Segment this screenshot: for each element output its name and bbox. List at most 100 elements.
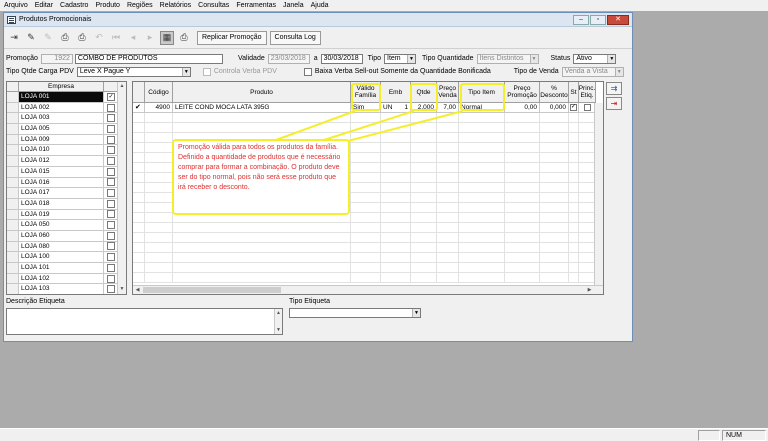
grid-view-icon[interactable]: ▦ (160, 30, 174, 45)
princ-etiq-column-header[interactable]: Princ. Etiq. (579, 82, 596, 102)
menu-produto[interactable]: Produto (95, 2, 120, 9)
printer-icon[interactable]: ⎙ (58, 31, 72, 45)
window-titlebar[interactable]: Produtos Promocionais – ▫ ✕ (4, 13, 632, 27)
edit-disabled-icon[interactable]: ✎ (41, 31, 55, 45)
produto-column-header[interactable]: Produto (173, 82, 351, 102)
empresa-checkbox[interactable]: ✓ (107, 92, 115, 101)
empresa-name[interactable]: LOJA 016 (19, 177, 104, 188)
empresa-checkbox[interactable] (107, 231, 115, 240)
empresa-check-cell[interactable] (104, 263, 118, 273)
scroll-down-icon[interactable]: ▼ (118, 285, 126, 294)
desconto-column-header[interactable]: % Desconto (540, 82, 569, 102)
undo-icon[interactable]: ↶ (92, 31, 106, 45)
list-item[interactable]: LOJA 100 (7, 252, 119, 263)
empresa-checkbox[interactable] (107, 114, 115, 123)
scroll-up-icon[interactable]: ▲ (275, 309, 282, 317)
baixa-verba-checkbox[interactable] (303, 67, 312, 76)
empresa-check-cell[interactable] (104, 135, 118, 145)
empresa-name[interactable]: LOJA 018 (19, 198, 104, 209)
list-item[interactable]: LOJA 103 (7, 284, 119, 294)
tipo-etiqueta-select[interactable]: ▼ (289, 308, 421, 318)
empresa-checkbox[interactable] (107, 263, 115, 272)
empresa-checkbox[interactable] (107, 103, 115, 112)
exit-icon[interactable]: ⇥ (7, 31, 21, 45)
empresa-check-cell[interactable] (104, 124, 118, 134)
empresa-name[interactable]: LOJA 002 (19, 102, 104, 113)
menu-relatorios[interactable]: Relatórios (160, 2, 192, 9)
empresa-checkbox[interactable] (107, 156, 115, 165)
status-select[interactable]: Ativo ▼ (573, 53, 617, 64)
menu-regioes[interactable]: Regiões (127, 2, 153, 9)
princ-etiq-checkbox[interactable] (583, 104, 591, 111)
list-item[interactable]: LOJA 015 (7, 166, 119, 178)
controla-verba-checkbox[interactable] (202, 67, 211, 76)
empresa-name[interactable]: LOJA 005 (19, 124, 104, 134)
empresa-checkbox[interactable] (107, 178, 115, 187)
list-item[interactable]: LOJA 101 (7, 263, 119, 274)
promocao-name-field[interactable]: COMBO DE PRODUTOS (74, 53, 223, 64)
emb-cell[interactable]: UN 1 (381, 103, 411, 112)
empresa-check-cell[interactable] (104, 242, 118, 252)
menu-ajuda[interactable]: Ajuda (311, 2, 329, 9)
validade-to-field[interactable]: 30/03/2018 (320, 53, 363, 64)
empresa-check-cell[interactable] (104, 252, 118, 262)
empresa-checkbox[interactable] (107, 274, 115, 283)
next-record-icon[interactable]: ▸ (143, 31, 157, 45)
list-item[interactable]: LOJA 018 (7, 198, 119, 210)
empresa-check-cell[interactable] (104, 199, 118, 209)
add-product-icon[interactable]: ⇉ (606, 82, 622, 95)
list-item[interactable]: LOJA 012 (7, 156, 119, 167)
preco-promocao-column-header[interactable]: Preço Promoção (505, 82, 540, 102)
empresa-name[interactable]: LOJA 080 (19, 241, 104, 252)
scroll-right-icon[interactable]: ▶ (585, 286, 594, 294)
emb-column-header[interactable]: Emb (381, 82, 411, 102)
empresa-check-cell[interactable] (104, 145, 118, 155)
menu-janela[interactable]: Janela (283, 2, 304, 9)
codigo-column-header[interactable]: Código (145, 82, 173, 102)
empresa-name[interactable]: LOJA 009 (19, 134, 104, 145)
empresa-check-cell[interactable] (104, 167, 118, 177)
scroll-left-icon[interactable]: ◀ (133, 286, 142, 294)
empresa-name[interactable]: LOJA 019 (19, 209, 104, 220)
empresa-check-cell[interactable] (104, 231, 118, 241)
empresa-checkbox[interactable] (107, 221, 115, 230)
descricao-etiqueta-textarea[interactable]: ▲ ▼ (6, 308, 283, 335)
empresa-checkbox[interactable] (107, 253, 115, 262)
list-item[interactable]: LOJA 010 (7, 145, 119, 157)
empresa-checkbox[interactable] (107, 199, 115, 208)
list-item[interactable]: LOJA 016 (7, 177, 119, 189)
tipo-select[interactable]: Item ▼ (384, 53, 416, 64)
empresa-name[interactable]: LOJA 103 (19, 284, 104, 294)
empresa-name[interactable]: LOJA 012 (19, 156, 104, 166)
empresa-check-cell[interactable] (104, 178, 118, 188)
empresa-checkbox[interactable] (107, 189, 115, 198)
produto-cell[interactable]: LEITE COND MOCA LATA 395G (173, 103, 351, 112)
close-button[interactable]: ✕ (607, 15, 629, 25)
empresa-check-cell[interactable]: ✓ (104, 92, 118, 102)
menu-cadastro[interactable]: Cadastro (60, 2, 88, 9)
menu-ferramentas[interactable]: Ferramentas (236, 2, 276, 9)
empresa-name[interactable]: LOJA 050 (19, 220, 104, 230)
empresa-check-cell[interactable] (104, 188, 118, 198)
st-column-header[interactable]: St (569, 82, 579, 102)
desconto-cell[interactable]: 0,000 (540, 103, 569, 112)
empresa-name[interactable]: LOJA 102 (19, 273, 104, 284)
list-item[interactable]: LOJA 102 (7, 273, 119, 285)
empresa-check-cell[interactable] (104, 113, 118, 123)
scroll-thumb[interactable] (143, 287, 281, 293)
produtos-vertical-scrollbar[interactable] (594, 103, 603, 285)
preco-promocao-cell[interactable]: 0,00 (505, 103, 540, 112)
empresa-checkbox[interactable] (107, 124, 115, 133)
empresa-checkbox[interactable] (107, 167, 115, 176)
empresa-checkbox[interactable] (107, 285, 115, 294)
preco-venda-column-header[interactable]: Preço Venda (437, 82, 459, 102)
scroll-down-icon[interactable]: ▼ (275, 326, 282, 334)
list-item[interactable]: LOJA 080 (7, 241, 119, 253)
print-preview-icon[interactable]: ⎙ (75, 31, 89, 45)
list-item[interactable]: LOJA 019 (7, 209, 119, 221)
codigo-cell[interactable]: 4900 (145, 103, 173, 112)
empresa-check-cell[interactable] (104, 284, 118, 294)
menu-editar[interactable]: Editar (35, 2, 53, 9)
empresa-check-cell[interactable] (104, 210, 118, 220)
empresa-name[interactable]: LOJA 101 (19, 263, 104, 273)
